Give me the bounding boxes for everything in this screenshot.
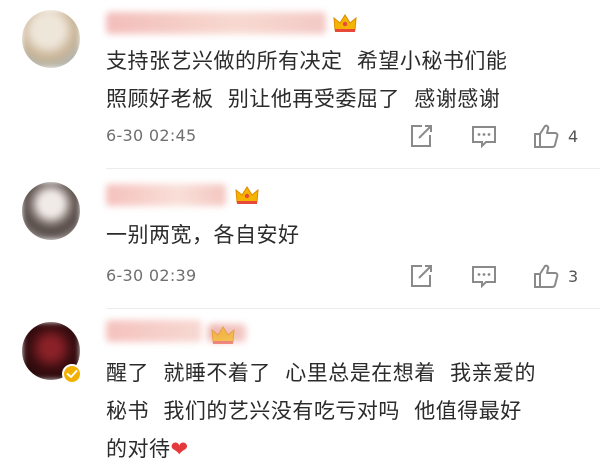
like-count: 4: [568, 126, 579, 146]
avatar[interactable]: [22, 182, 80, 240]
comment-text: 一别两宽，各自安好: [106, 223, 300, 247]
crown-icon: [235, 186, 259, 204]
repost-button[interactable]: [408, 262, 434, 290]
repost-button[interactable]: [408, 122, 434, 150]
divider: [106, 168, 600, 169]
comment-button[interactable]: [470, 262, 498, 290]
comment-timestamp: 6-30 02:39: [106, 266, 197, 285]
avatar[interactable]: [22, 10, 80, 68]
comment-text: 醒了 就睡不着了 心里总是在想着 我亲爱的 秘书 我们的艺兴没有吃亏对吗 他值得…: [106, 354, 580, 468]
thumbs-up-icon: [534, 264, 559, 288]
crown-icon: [333, 14, 357, 32]
username-blurred[interactable]: [106, 184, 226, 206]
username-blurred[interactable]: [106, 12, 326, 34]
comment-timestamp: 6-30 02:45: [106, 126, 197, 145]
comment-item-1: 支持张艺兴做的所有决定 希望小秘书们能 照顾好老板 别让他再受委屈了 感谢感谢 …: [0, 0, 600, 170]
comment-button[interactable]: [470, 122, 498, 150]
repost-icon: [411, 265, 432, 287]
divider: [106, 308, 600, 309]
like-button[interactable]: 3: [532, 262, 578, 290]
heart-icon: ❤: [170, 437, 189, 461]
comment-icon: [472, 266, 496, 289]
like-button[interactable]: 4: [532, 122, 578, 150]
comment-text: 支持张艺兴做的所有决定 希望小秘书们能 照顾好老板 别让他再受委屈了 感谢感谢: [106, 49, 508, 111]
verified-badge-icon: [62, 364, 82, 384]
comment-item-2: 一别两宽，各自安好 6-30 02:39 3: [0, 170, 600, 310]
repost-icon: [411, 125, 432, 147]
crown-icon: [211, 326, 235, 344]
comment-icon: [472, 126, 496, 149]
like-count: 3: [568, 266, 579, 286]
username-blurred[interactable]: [106, 320, 202, 342]
comment-item-3: 醒了 就睡不着了 心里总是在想着 我亲爱的 秘书 我们的艺兴没有吃亏对吗 他值得…: [0, 310, 600, 461]
thumbs-up-icon: [534, 124, 559, 148]
